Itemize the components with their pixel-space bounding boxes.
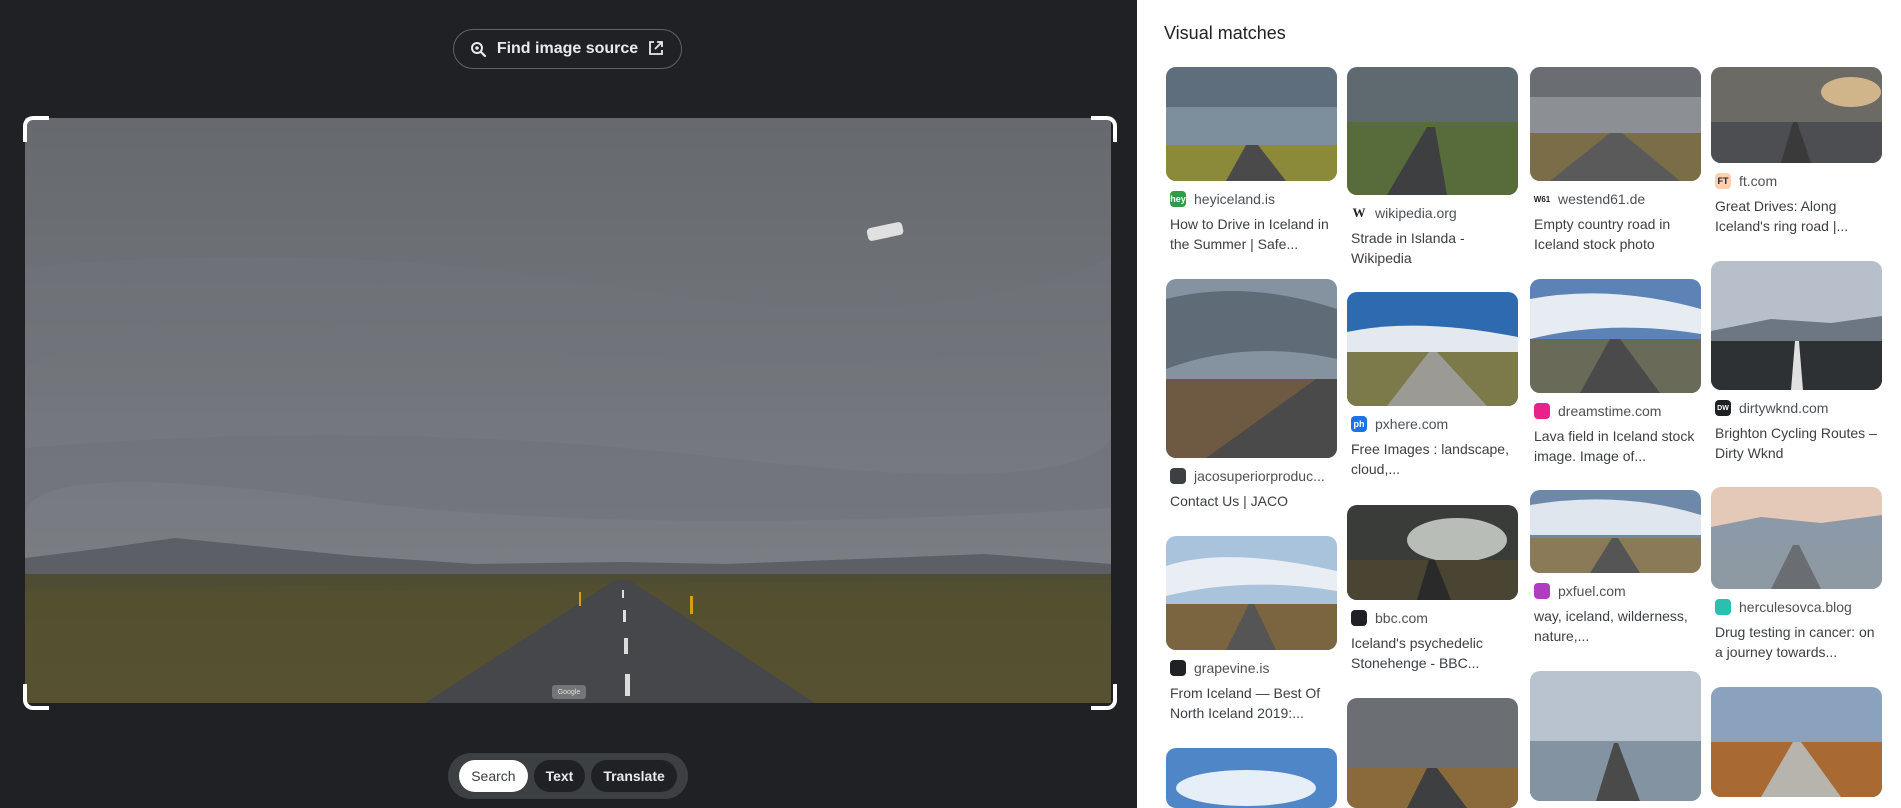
site-name: dreamstime.com: [1558, 403, 1662, 419]
site-name: herculesovca.blog: [1739, 599, 1852, 615]
site-name: pxhere.com: [1375, 416, 1449, 432]
match-card[interactable]: pxfuel.com way, iceland, wilderness, nat…: [1530, 490, 1701, 646]
match-card[interactable]: hey heyiceland.is How to Drive in Iceland…: [1166, 67, 1337, 254]
image-viewer-pane: Find image source Google Search Text Tra…: [0, 0, 1137, 808]
open-in-new-icon: [648, 40, 666, 58]
site-favicon: hey: [1170, 191, 1186, 207]
crop-handle-bottom-left[interactable]: [23, 684, 49, 710]
site-favicon: FT: [1715, 173, 1731, 189]
site-name: jacosuperiorproduc...: [1194, 468, 1325, 484]
match-thumbnail: [1711, 67, 1882, 163]
match-card[interactable]: FT ft.com Great Drives: Along Iceland's r…: [1711, 67, 1882, 236]
translate-mode-button[interactable]: Translate: [591, 760, 677, 792]
photo-watermark: Google: [552, 685, 586, 699]
match-caption: Contact Us | JACO: [1170, 493, 1289, 509]
site-name: dirtywknd.com: [1739, 400, 1829, 416]
search-mode-button[interactable]: Search: [459, 760, 528, 792]
match-caption: Strade in Islanda - Wikipedia: [1351, 230, 1465, 266]
match-card[interactable]: DW dirtywknd.com Brighton Cycling Routes …: [1711, 261, 1882, 463]
match-card[interactable]: ph pxhere.com Free Images : landscape, cl…: [1347, 292, 1518, 479]
match-caption: Brighton Cycling Routes – Dirty Wknd: [1715, 425, 1877, 461]
match-caption: Lava field in Iceland stock image. Image…: [1534, 428, 1695, 464]
site-name: ft.com: [1739, 173, 1778, 189]
selected-image[interactable]: [25, 118, 1111, 703]
match-thumbnail: [1711, 487, 1882, 589]
site-name: wikipedia.org: [1375, 205, 1457, 221]
match-card[interactable]: Wwikipedia.org Strade in Islanda - Wikip…: [1347, 67, 1518, 268]
site-name: westend61.de: [1558, 191, 1646, 207]
site-favicon: [1170, 660, 1186, 676]
lens-search-icon: [469, 40, 487, 58]
site-favicon: W61: [1534, 191, 1550, 207]
road-photo: [25, 118, 1111, 703]
match-thumbnail: [1166, 536, 1337, 650]
match-caption: Drug testing in cancer: on a journey tow…: [1715, 624, 1875, 660]
site-favicon: [1715, 599, 1731, 615]
match-card[interactable]: herculesovca.blog Drug testing in cancer…: [1711, 487, 1882, 662]
match-thumbnail: [1347, 292, 1518, 406]
find-image-source-button[interactable]: Find image source: [453, 29, 682, 69]
text-mode-button[interactable]: Text: [533, 760, 586, 792]
match-thumbnail: [1166, 67, 1337, 181]
match-card[interactable]: dreamstime.com Lava field in Iceland sto…: [1530, 279, 1701, 466]
match-caption: How to Drive in Iceland in the Summer | …: [1170, 216, 1329, 252]
site-name: pxfuel.com: [1558, 583, 1626, 599]
match-caption: Iceland's psychedelic Stonehenge - BBC..…: [1351, 635, 1483, 671]
match-caption: Great Drives: Along Iceland's ring road …: [1715, 198, 1849, 234]
match-caption: Empty country road in Iceland stock phot…: [1534, 216, 1671, 252]
match-thumbnail: [1530, 67, 1701, 181]
match-thumbnail: [1530, 279, 1701, 393]
match-thumbnail: [1530, 671, 1701, 801]
results-panel: Visual matches hey heyiceland.is How to D…: [1137, 0, 1901, 808]
crop-handle-top-right[interactable]: [1091, 116, 1117, 142]
match-card[interactable]: [1347, 698, 1518, 808]
site-favicon: ph: [1351, 416, 1367, 432]
match-card[interactable]: [1166, 748, 1337, 808]
site-favicon: DW: [1715, 400, 1731, 416]
match-card[interactable]: W61 westend61.de Empty country road in Ic…: [1530, 67, 1701, 254]
match-caption: Free Images : landscape, cloud,...: [1351, 441, 1509, 477]
site-favicon: W: [1351, 205, 1367, 221]
match-thumbnail: [1347, 505, 1518, 600]
match-card[interactable]: [1530, 671, 1701, 801]
crop-handle-bottom-right[interactable]: [1091, 684, 1117, 710]
match-thumbnail: [1347, 67, 1518, 195]
match-card[interactable]: bbc.com Iceland's psychedelic Stonehenge…: [1347, 505, 1518, 673]
match-caption: way, iceland, wilderness, nature,...: [1534, 608, 1688, 644]
match-thumbnail: [1711, 687, 1882, 797]
site-name: heyiceland.is: [1194, 191, 1275, 207]
match-card[interactable]: jacosuperiorproduc... Contact Us | JACO: [1166, 279, 1337, 511]
match-card[interactable]: [1711, 687, 1882, 797]
site-name: bbc.com: [1375, 610, 1428, 626]
find-image-source-label: Find image source: [496, 40, 639, 57]
mode-switcher: Search Text Translate: [448, 753, 688, 799]
match-card[interactable]: grapevine.is From Iceland — Best Of Nort…: [1166, 536, 1337, 723]
match-thumbnail: [1347, 698, 1518, 808]
match-caption: From Iceland — Best Of North Iceland 201…: [1170, 685, 1321, 721]
crop-handle-top-left[interactable]: [23, 116, 49, 142]
site-name: grapevine.is: [1194, 660, 1270, 676]
site-favicon: [1170, 468, 1186, 484]
match-thumbnail: [1166, 279, 1337, 458]
match-thumbnail: [1530, 490, 1701, 573]
site-favicon: [1534, 583, 1550, 599]
site-favicon: [1351, 610, 1367, 626]
match-thumbnail: [1166, 748, 1337, 808]
site-favicon: [1534, 403, 1550, 419]
match-thumbnail: [1711, 261, 1882, 390]
visual-matches-title: Visual matches: [1164, 23, 1286, 43]
